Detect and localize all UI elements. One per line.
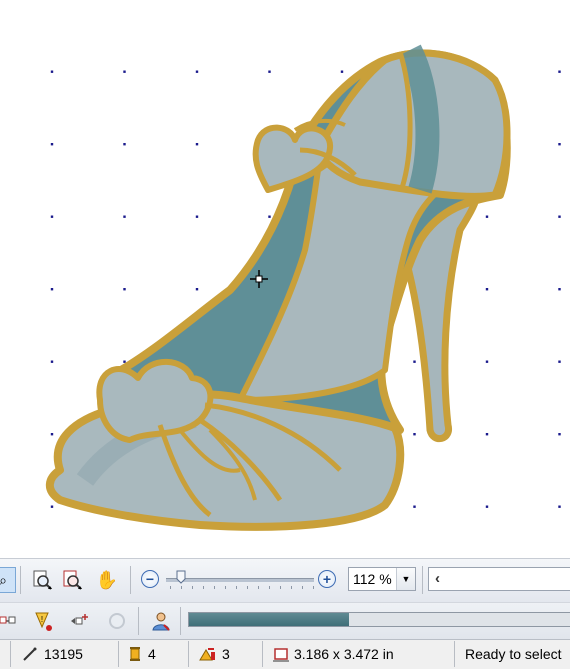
stitch-warning-button[interactable]: ! — [30, 608, 56, 634]
svg-text:!: ! — [41, 615, 43, 624]
trim-count: 3 — [198, 644, 230, 664]
needle-icon — [23, 647, 37, 661]
zoom-in-button[interactable]: + — [318, 570, 336, 588]
status-message-text: Ready to select — [465, 646, 562, 662]
color-count-value: 4 — [148, 646, 156, 662]
node-edit-icon — [0, 616, 16, 624]
zoom-tick — [302, 586, 303, 589]
zoom-tick — [236, 586, 237, 589]
status-message: Ready to select — [465, 644, 562, 664]
zoom-tick — [181, 586, 182, 589]
design-canvas[interactable] — [0, 0, 570, 558]
zoom-tick — [247, 586, 248, 589]
zoom-tick — [192, 586, 193, 589]
hand-icon: ✋ — [95, 569, 119, 590]
refresh-button[interactable] — [104, 608, 130, 634]
node-edit-button[interactable] — [0, 608, 18, 634]
dimensions-icon — [273, 648, 289, 662]
zoom-window-button[interactable] — [30, 567, 56, 593]
move-nodes-icon — [71, 614, 88, 625]
zoom-tick — [258, 586, 259, 589]
dimensions-value: 3.186 x 3.472 in — [294, 646, 394, 662]
move-nodes-button[interactable] — [66, 608, 92, 634]
zoom-value[interactable]: 112 % — [353, 571, 392, 587]
trim-icon — [199, 648, 215, 661]
refresh-icon — [109, 613, 125, 629]
zoom-tick — [214, 586, 215, 589]
zoom-tick — [225, 586, 226, 589]
progress-fill — [189, 613, 350, 626]
zoom-tick — [280, 586, 281, 589]
pan-button[interactable]: ✋ — [94, 567, 120, 593]
zoom-slider-track[interactable] — [166, 578, 314, 582]
zoom-out-button[interactable]: − — [141, 570, 159, 588]
horizontal-scrollbar[interactable]: ‹ — [428, 567, 570, 591]
zoom-tick — [203, 586, 204, 589]
zoom-tick — [170, 586, 171, 589]
scroll-left-icon[interactable]: ‹ — [435, 570, 440, 587]
zoom-fit-button[interactable] — [60, 567, 86, 593]
user-icon — [152, 612, 170, 631]
minus-icon: − — [145, 571, 155, 587]
stitch-count: 13195 — [22, 644, 83, 664]
select-tool-button[interactable]: ⌕ — [0, 567, 16, 593]
progress-bar — [188, 612, 570, 627]
magnifier-icon: ⌕ — [0, 571, 7, 588]
design-dimensions: 3.186 x 3.472 in — [272, 644, 394, 664]
color-count: 4 — [128, 644, 156, 664]
zoom-fit-icon — [63, 570, 82, 590]
chevron-down-icon[interactable]: ▼ — [396, 568, 415, 590]
user-info-button[interactable] — [148, 608, 174, 634]
zoom-combobox[interactable]: 112 % ▼ — [348, 567, 416, 591]
zoom-tick — [291, 586, 292, 589]
shoe-design[interactable] — [0, 0, 570, 558]
stitch-count-value: 13195 — [44, 646, 83, 662]
zoom-tick — [269, 586, 270, 589]
trim-count-value: 3 — [222, 646, 230, 662]
zoom-page-icon — [33, 570, 52, 590]
zoom-slider-thumb[interactable] — [176, 570, 186, 584]
zoom-tick — [313, 586, 314, 589]
warning-icon: ! — [35, 612, 52, 631]
thread-spool-icon — [130, 647, 140, 661]
plus-icon: + — [322, 571, 332, 587]
